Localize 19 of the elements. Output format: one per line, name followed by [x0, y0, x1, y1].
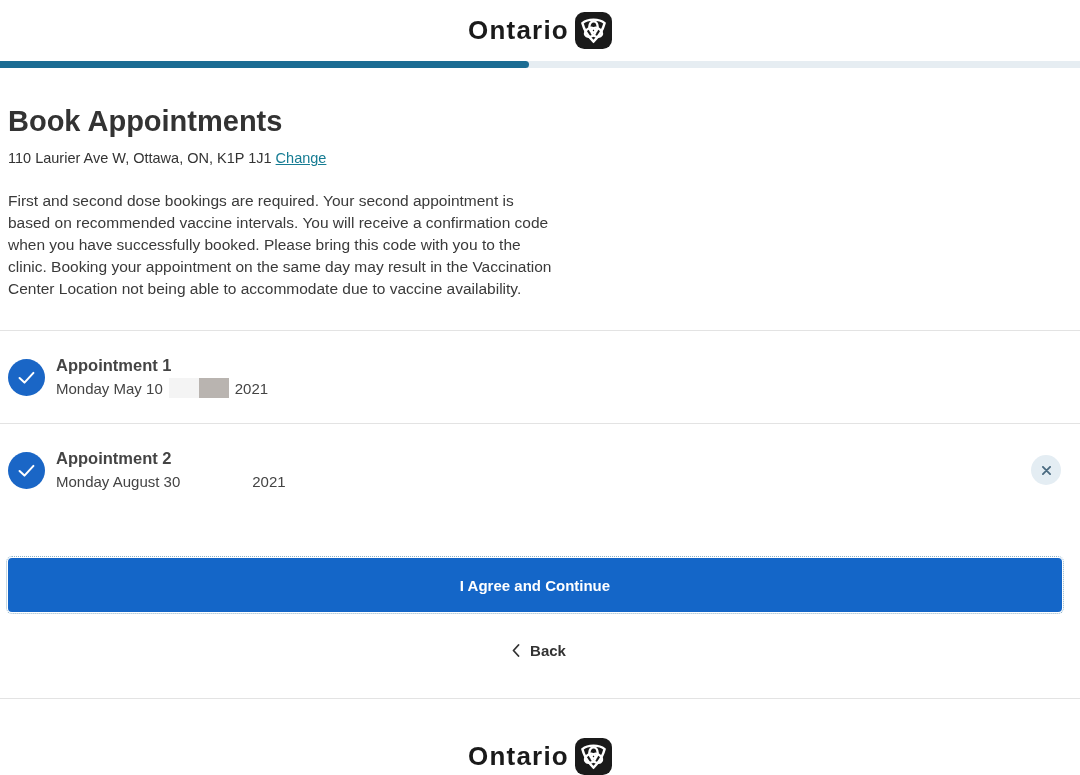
- appointment-date: Monday August 30: [56, 472, 181, 490]
- address-text: 110 Laurier Ave W, Ottawa, ON, K1P 1J1 Change: [8, 149, 327, 168]
- close-icon: [1041, 465, 1051, 475]
- trillium-logo-icon: [574, 738, 612, 775]
- chevron-left-icon: [512, 644, 521, 657]
- appointment-title: Appointment 1: [56, 356, 172, 375]
- appointment-year: 2021: [252, 472, 286, 490]
- appointment-year: 2021: [234, 379, 269, 397]
- intro-paragraph: First and second dose bookings are required. Your second appointment is based on recommended vaccine intervals. You will receive a confirmation code when you have successfully booked. Please bring this code with you to the clinic. Booking your appointment on the same day may result in the Vaccination Center Location not being able to accommodate due to vaccine availability.: [8, 191, 553, 299]
- close-button[interactable]: [1031, 455, 1061, 485]
- agree-continue-button[interactable]: I Agree and Continue: [8, 558, 1062, 612]
- trillium-logo-icon: [574, 12, 612, 49]
- back-link[interactable]: Back: [512, 640, 566, 661]
- ontario-wordmark: Ontario: [468, 15, 569, 46]
- page-title: Book Appointments: [8, 104, 283, 138]
- ontario-wordmark: Ontario: [468, 741, 569, 772]
- appointment-title: Appointment 2: [56, 449, 172, 468]
- change-link[interactable]: Change: [275, 150, 327, 166]
- appointment-date: Monday May 10: [56, 379, 163, 397]
